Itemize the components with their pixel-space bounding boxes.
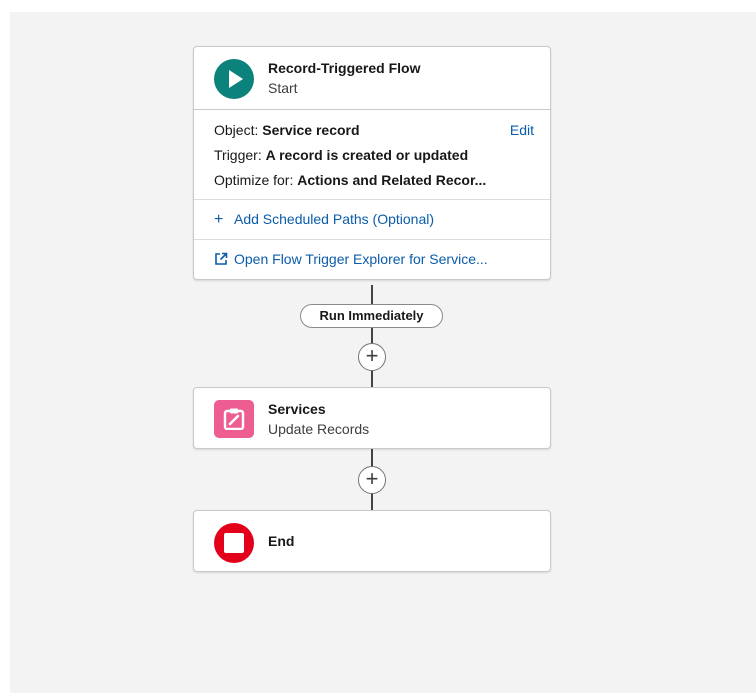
object-row: Object: Service record bbox=[214, 118, 534, 143]
update-records-icon bbox=[214, 400, 254, 438]
end-element-card[interactable]: End bbox=[193, 510, 551, 572]
external-link-icon bbox=[214, 240, 234, 279]
add-scheduled-paths-link[interactable]: + Add Scheduled Paths (Optional) bbox=[194, 199, 550, 239]
open-flow-trigger-explorer-link[interactable]: Open Flow Trigger Explorer for Service..… bbox=[194, 239, 550, 279]
start-element-subtitle: Start bbox=[268, 80, 298, 96]
play-icon bbox=[214, 59, 254, 99]
edit-link[interactable]: Edit bbox=[510, 118, 534, 143]
start-element-title: Record-Triggered Flow bbox=[268, 60, 421, 76]
object-value: Service record bbox=[262, 122, 360, 138]
add-element-button[interactable]: + bbox=[358, 343, 386, 371]
start-details: Object: Service record Trigger: A record… bbox=[194, 109, 550, 199]
start-element-card[interactable]: Record-Triggered Flow Start Object: Serv… bbox=[193, 46, 551, 280]
plus-icon: + bbox=[365, 466, 379, 491]
plus-icon: + bbox=[365, 343, 379, 368]
optimize-row: Optimize for: Actions and Related Recor.… bbox=[214, 168, 534, 193]
trigger-label: Trigger: bbox=[214, 147, 262, 163]
run-immediately-path-label[interactable]: Run Immediately bbox=[300, 304, 443, 328]
update-records-element-card[interactable]: Services Update Records bbox=[193, 387, 551, 449]
add-element-button[interactable]: + bbox=[358, 466, 386, 494]
trigger-value: A record is created or updated bbox=[265, 147, 469, 163]
optimize-label: Optimize for: bbox=[214, 172, 294, 188]
open-flow-trigger-explorer-label: Open Flow Trigger Explorer for Service..… bbox=[234, 251, 488, 267]
object-label: Object: bbox=[214, 122, 259, 138]
optimize-value: Actions and Related Recor... bbox=[297, 172, 487, 188]
start-element-header[interactable]: Record-Triggered Flow Start bbox=[194, 47, 550, 109]
trigger-row: Trigger: A record is created or updated bbox=[214, 143, 534, 168]
add-scheduled-paths-label: Add Scheduled Paths (Optional) bbox=[234, 211, 435, 227]
update-records-header[interactable]: Services Update Records bbox=[194, 388, 550, 450]
end-element-header: End bbox=[194, 511, 550, 573]
stop-icon bbox=[214, 523, 254, 563]
update-records-title: Services bbox=[268, 401, 326, 417]
connector-line bbox=[371, 285, 373, 387]
update-records-subtitle: Update Records bbox=[268, 421, 370, 437]
end-element-title: End bbox=[268, 533, 295, 549]
plus-icon: + bbox=[214, 211, 224, 228]
